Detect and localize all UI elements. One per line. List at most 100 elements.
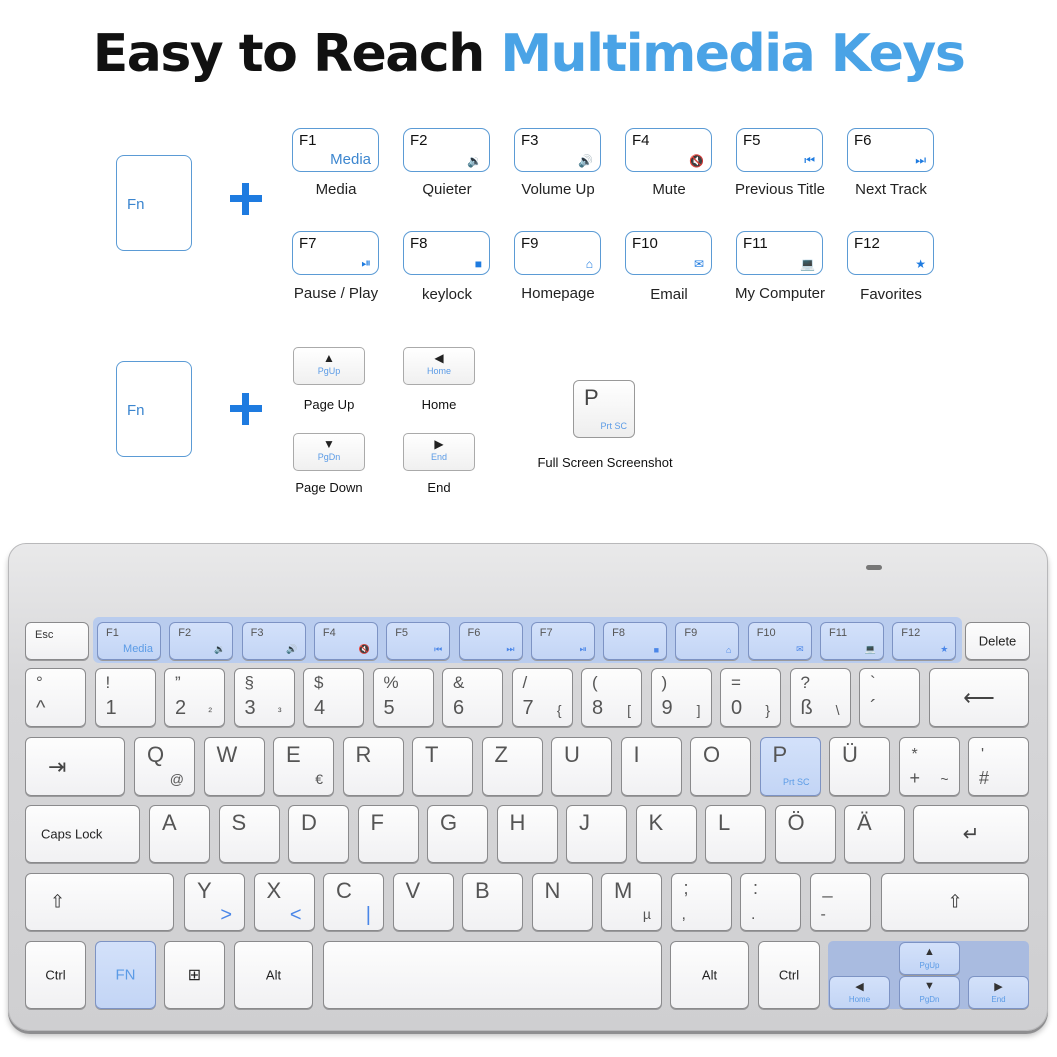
- key-f1[interactable]: F1 Media: [97, 622, 161, 660]
- key-u[interactable]: U: [551, 737, 612, 796]
- next-track-icon: ⏭: [915, 153, 926, 167]
- key-row4-3[interactable]: V: [392, 873, 454, 931]
- key-label: F12: [901, 627, 921, 639]
- key-z[interactable]: Z: [481, 737, 543, 796]
- key-ö[interactable]: Ö: [774, 805, 836, 863]
- key-i[interactable]: I: [620, 737, 682, 796]
- key-h[interactable]: H: [496, 805, 558, 863]
- key-home[interactable]: ◀ Home: [829, 976, 890, 1009]
- email-icon: ✉: [693, 257, 704, 271]
- previous-track-icon: ⏮: [434, 644, 443, 654]
- key-f9[interactable]: F9 ⌂: [675, 622, 740, 660]
- key-alt-char: @: [169, 771, 184, 787]
- key-o[interactable]: O: [690, 737, 751, 796]
- key-tab[interactable]: ⇥: [25, 737, 125, 796]
- key-sym12[interactable]: ' #: [968, 737, 1029, 796]
- key-f7[interactable]: F7 ⏯: [530, 622, 595, 660]
- legend-key-name: F5: [743, 132, 761, 149]
- key-row1-12[interactable]: ` ´: [859, 668, 920, 727]
- key-f[interactable]: F: [357, 805, 419, 863]
- key-row4-9[interactable]: _ -: [809, 873, 871, 931]
- key-s[interactable]: S: [218, 805, 280, 863]
- key-f12[interactable]: F12 ★: [892, 622, 957, 660]
- key-p[interactable]: P Prt SC: [759, 737, 821, 796]
- key-backspace[interactable]: ⟵: [929, 668, 1029, 727]
- key-f6[interactable]: F6 ⏭: [458, 622, 523, 660]
- key-row1-7[interactable]: / 7 {: [511, 668, 573, 727]
- key-g[interactable]: G: [427, 805, 488, 863]
- key-row4-6[interactable]: Mµ: [601, 873, 662, 931]
- play-pause-icon: ⏯: [579, 644, 587, 654]
- arrow-icon: ◀: [855, 981, 864, 993]
- key-sym11[interactable]: * + ~: [898, 737, 960, 796]
- key-row1-3[interactable]: § 3 ³: [233, 668, 295, 727]
- key-right-ctrl[interactable]: Ctrl: [758, 941, 820, 1009]
- key-row1-10[interactable]: = 0}: [720, 668, 781, 727]
- key-label: Delete: [978, 633, 1017, 649]
- key-f4[interactable]: F4 🔇: [313, 622, 378, 660]
- key-left-ctrl[interactable]: Ctrl: [25, 941, 86, 1009]
- key-ü[interactable]: Ü: [829, 737, 890, 796]
- key-space[interactable]: [323, 941, 662, 1009]
- key-row1-4[interactable]: $4: [303, 668, 364, 727]
- key-row1-2[interactable]: ” 2 ²: [164, 668, 225, 727]
- key-right-alt[interactable]: Alt: [670, 941, 749, 1009]
- key-j[interactable]: J: [566, 805, 627, 863]
- key-d[interactable]: D: [288, 805, 349, 863]
- key-row4-1[interactable]: X <: [253, 873, 315, 931]
- email-icon: ✉: [796, 644, 804, 654]
- key-f8[interactable]: F8 ■: [603, 622, 668, 660]
- key-right-shift[interactable]: ⇧: [881, 873, 1029, 931]
- key-label: F9: [684, 627, 698, 639]
- key-row4-8[interactable]: :.: [740, 873, 801, 931]
- key-a[interactable]: A: [149, 805, 210, 863]
- key-row1-8[interactable]: (8 [: [581, 668, 642, 727]
- key-row1-11[interactable]: ? ß \: [789, 668, 851, 727]
- key-row4-4[interactable]: B: [462, 873, 523, 931]
- key-bottom-char: #: [979, 768, 990, 788]
- key-row1-5[interactable]: % 5: [372, 668, 434, 727]
- key-row1-6[interactable]: & 6: [442, 668, 503, 727]
- shift-icon: ⇧: [947, 891, 963, 912]
- key-f3[interactable]: F3 🔊: [241, 622, 306, 660]
- key-row1-0[interactable]: ° ^: [25, 668, 86, 727]
- key-e[interactable]: E €: [273, 737, 334, 796]
- key-esc[interactable]: Esc: [25, 622, 89, 660]
- key-left-alt[interactable]: Alt: [234, 941, 313, 1009]
- key-pgup[interactable]: ▲ PgUp: [899, 942, 960, 975]
- key-l[interactable]: L: [705, 805, 766, 863]
- key-row1-1[interactable]: ! 1: [94, 668, 156, 727]
- key-top-char: U: [564, 742, 580, 767]
- key-r[interactable]: R: [342, 737, 404, 796]
- key-caps-lock[interactable]: Caps Lock: [25, 805, 140, 863]
- key-row4-0[interactable]: Y >: [184, 873, 245, 931]
- key-f2[interactable]: F2 🔉: [169, 622, 234, 660]
- key-f11[interactable]: F11 💻: [820, 622, 884, 660]
- key-fn[interactable]: FN: [95, 941, 156, 1009]
- key-end[interactable]: ▶ End: [968, 976, 1029, 1009]
- key-top-char: T: [425, 742, 439, 767]
- volume-down-icon: 🔉: [214, 644, 226, 654]
- key-t[interactable]: T: [412, 737, 473, 796]
- key-top-char: E: [286, 742, 301, 767]
- key-row4-2[interactable]: C |: [323, 873, 384, 931]
- key-pgdn[interactable]: ▼ PgDn: [899, 976, 960, 1009]
- key-enter[interactable]: ↵: [913, 805, 1029, 863]
- prtsc-label: Full Screen Screenshot: [537, 455, 673, 470]
- key-k[interactable]: K: [635, 805, 697, 863]
- key-f10[interactable]: F10 ✉: [747, 622, 812, 660]
- key-row4-5[interactable]: N: [531, 873, 593, 931]
- key-delete[interactable]: Delete: [965, 622, 1030, 660]
- key-q[interactable]: Q @: [134, 737, 195, 796]
- key-bottom-char: 9: [661, 697, 673, 719]
- key-left-shift[interactable]: ⇧: [25, 873, 174, 931]
- key-windows[interactable]: ⊞: [164, 941, 225, 1009]
- key-row1-9[interactable]: ) 9]: [650, 668, 712, 727]
- legend-label-f8: keylock: [421, 286, 473, 303]
- key-w[interactable]: W: [203, 737, 265, 796]
- key-f5[interactable]: F5 ⏮: [386, 622, 451, 660]
- computer-icon: 💻: [864, 644, 876, 654]
- key-row4-7[interactable]: ;,: [670, 873, 732, 931]
- key-top-char: ': [981, 746, 985, 763]
- key-ä[interactable]: Ä: [844, 805, 905, 863]
